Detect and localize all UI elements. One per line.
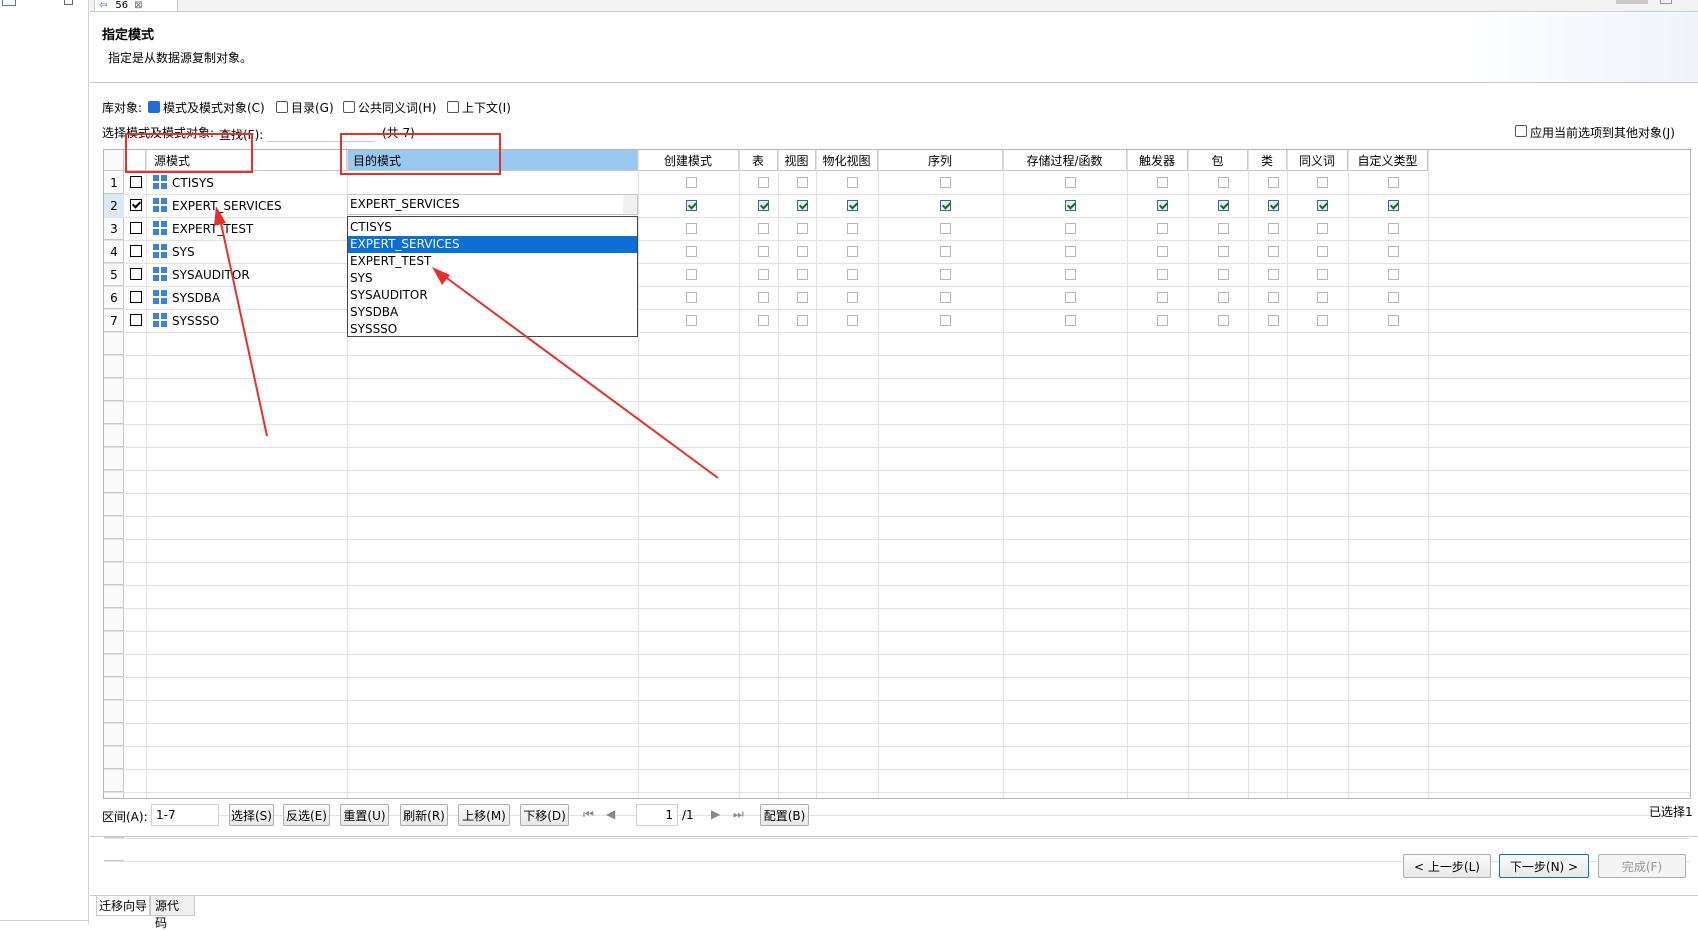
annotation-arrow-line-1 bbox=[218, 213, 268, 437]
prev-step-button[interactable]: < 上一步(L) bbox=[1403, 854, 1491, 878]
tab-migration-wizard[interactable]: 迁移向导 bbox=[96, 896, 150, 916]
config-button[interactable]: 配置(B) bbox=[760, 804, 809, 826]
selected-count: 已选择1 bbox=[1649, 805, 1693, 819]
finish-button[interactable]: 完成(F) bbox=[1598, 854, 1686, 878]
bottom-tab-bar bbox=[90, 895, 1698, 896]
annotation-overlay bbox=[125, 133, 719, 479]
first-page-icon[interactable]: ⏮ bbox=[583, 807, 594, 822]
range-label: 区间(A): bbox=[102, 810, 148, 824]
tab-source-code[interactable]: 源代码 bbox=[150, 896, 195, 930]
range-input[interactable]: 1-7 bbox=[151, 804, 219, 826]
annotation-box-source bbox=[125, 133, 253, 173]
refresh-button[interactable]: 刷新(R) bbox=[400, 804, 448, 826]
move-up-button[interactable]: 上移(M) bbox=[458, 804, 510, 826]
prev-page-icon[interactable]: ◀ bbox=[606, 807, 615, 821]
annotation-arrow-line-2 bbox=[439, 272, 719, 479]
wizard-divider bbox=[90, 836, 1698, 837]
page-total: /1 bbox=[682, 808, 694, 822]
next-step-button[interactable]: 下一步(N) > bbox=[1499, 854, 1589, 878]
reset-button[interactable]: 重置(U) bbox=[340, 804, 389, 826]
select-button[interactable]: 选择(S) bbox=[229, 804, 274, 826]
annotation-box-target bbox=[340, 133, 501, 175]
next-page-icon[interactable]: ▶ bbox=[711, 807, 720, 821]
range-input-value: 1-7 bbox=[156, 808, 176, 822]
move-down-button[interactable]: 下移(D) bbox=[520, 804, 569, 826]
page-input-value: 1 bbox=[665, 808, 673, 822]
annotation-arrowhead-1 bbox=[214, 206, 226, 226]
invert-button[interactable]: 反选(E) bbox=[283, 804, 330, 826]
last-page-icon[interactable]: ⏭ bbox=[733, 807, 744, 822]
page-input[interactable]: 1 bbox=[636, 804, 678, 826]
annotation-arrowhead-2 bbox=[432, 267, 450, 285]
